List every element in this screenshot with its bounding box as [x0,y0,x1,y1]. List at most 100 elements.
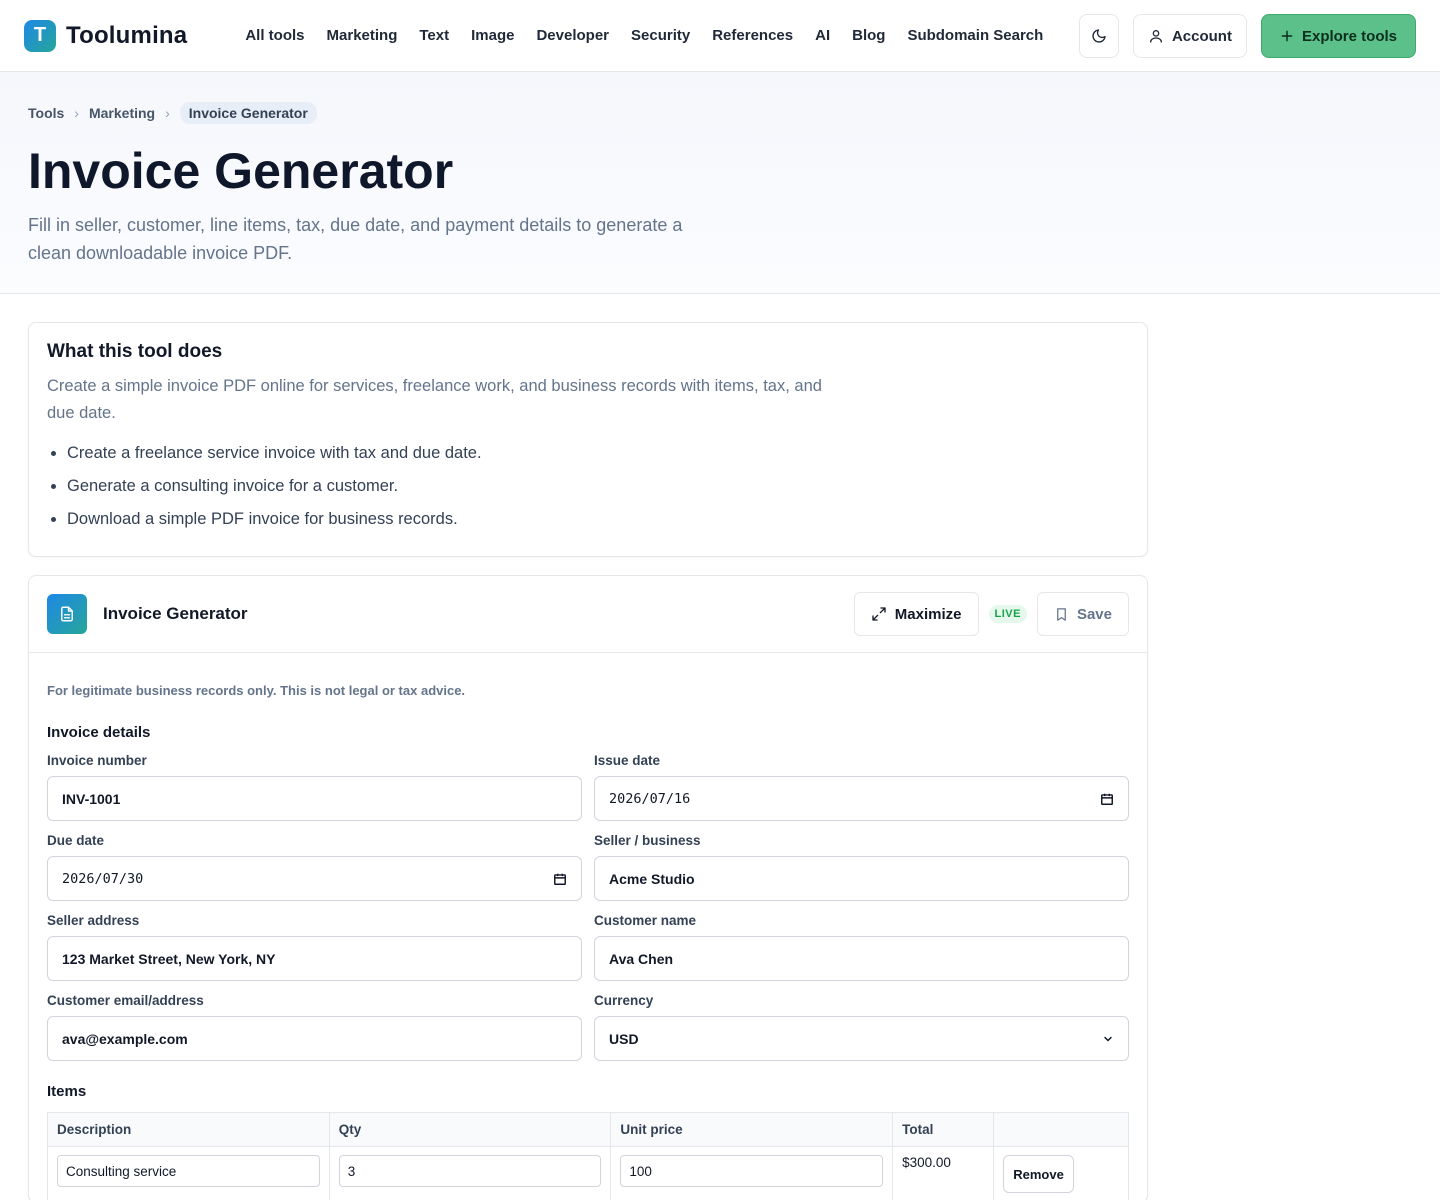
items-header-row: Description Qty Unit price Total [47,1112,1129,1147]
customer-email-input[interactable]: ava@example.com [47,1016,582,1061]
nav-security[interactable]: Security [631,27,690,44]
hero: Tools › Marketing › Invoice Generator In… [0,72,1440,294]
theme-toggle-button[interactable] [1078,14,1119,58]
item-qty-input[interactable]: 3 [338,1155,602,1187]
seller-address-label: Seller address [47,913,140,928]
currency-field-group: Currency USD [594,993,1129,1061]
table-row: Consulting service 3 100 $300.00 Remove [47,1146,1129,1200]
calendar-icon[interactable] [1100,792,1114,806]
due-date-input[interactable]: 2026/07/30 [47,856,582,901]
seller-field-group: Seller / business Acme Studio [594,833,1129,901]
invoice-details-form: Invoice number INV-1001 Issue date 2026/… [47,753,1129,1073]
about-heading: What this tool does [47,341,223,362]
nav-references[interactable]: References [712,27,793,44]
nav-ai[interactable]: AI [815,27,830,44]
brand-logo: T [24,19,56,52]
invoice-number-field-group: Invoice number INV-1001 [47,753,582,821]
seller-address-input[interactable]: 123 Market Street, New York, NY [47,936,582,981]
customer-name-input[interactable]: Ava Chen [594,936,1129,981]
main-content: What this tool does Create a simple invo… [0,294,1176,1200]
about-description: Create a simple invoice PDF online for s… [47,377,822,422]
invoice-number-value: INV-1001 [62,790,121,807]
page-title: Invoice Generator [28,143,454,199]
due-date-field-group: Due date 2026/07/30 [47,833,582,901]
about-bullet: Create a freelance service invoice with … [67,437,1129,470]
maximize-button[interactable]: Maximize [853,592,979,636]
breadcrumb-marketing[interactable]: Marketing [89,105,155,121]
issue-date-input[interactable]: 2026/07/16 [594,776,1129,821]
customer-email-field-group: Customer email/address ava@example.com [47,993,582,1061]
chevron-right-icon: › [74,105,79,121]
breadcrumb-current: Invoice Generator [179,102,317,124]
brand[interactable]: T Toolumina [24,19,188,52]
bookmark-icon [1057,607,1066,621]
tool-actions: Maximize LIVE Save [853,592,1129,636]
brand-name: Toolumina [66,21,188,49]
col-actions [993,1112,1129,1147]
col-description: Description [47,1112,330,1147]
items-heading: Items [47,1083,87,1100]
save-button[interactable]: Save [1036,592,1129,636]
expand-icon [872,607,886,621]
nav-developer[interactable]: Developer [536,27,609,44]
nav-text[interactable]: Text [419,27,449,44]
top-navbar: T Toolumina All tools Marketing Text Ima… [0,0,1440,72]
currency-value: USD [609,1030,639,1047]
nav-blog[interactable]: Blog [852,27,885,44]
plus-icon [1281,30,1293,42]
item-total: $300.00 [902,1155,951,1170]
item-unit-price-input[interactable]: 100 [620,1155,884,1187]
seller-input[interactable]: Acme Studio [594,856,1129,901]
about-bullet: Generate a consulting invoice for a cust… [67,470,1129,503]
chevron-right-icon: › [165,105,170,121]
about-list: Create a freelance service invoice with … [47,437,1129,536]
seller-address-field-group: Seller address 123 Market Street, New Yo… [47,913,582,981]
issue-date-value: 2026/07/16 [609,790,691,807]
due-date-value: 2026/07/30 [62,870,144,887]
customer-email-value: ava@example.com [62,1030,188,1047]
item-description-input[interactable]: Consulting service [57,1155,320,1187]
seller-address-value: 123 Market Street, New York, NY [62,950,276,967]
customer-email-label: Customer email/address [47,993,204,1008]
about-card: What this tool does Create a simple invo… [28,322,1148,557]
live-badge: LIVE [988,605,1027,623]
page-subtitle: Fill in seller, customer, line items, ta… [28,215,683,263]
customer-name-field-group: Customer name Ava Chen [594,913,1129,981]
tool-body: For legitimate business records only. Th… [29,653,1147,1200]
nav-all-tools[interactable]: All tools [245,27,304,44]
col-unit-price: Unit price [610,1112,894,1147]
remove-item-button[interactable]: Remove [1003,1155,1075,1193]
currency-label: Currency [594,993,654,1008]
invoice-details-heading: Invoice details [47,724,151,741]
nav-image[interactable]: Image [471,27,514,44]
main-nav: All tools Marketing Text Image Developer… [245,27,1043,44]
items-table: Description Qty Unit price Total Consult… [47,1112,1129,1200]
tool-header: Invoice Generator Maximize LIVE Save [29,576,1147,653]
invoice-number-input[interactable]: INV-1001 [47,776,582,821]
seller-value: Acme Studio [609,870,695,887]
document-icon [47,594,87,634]
issue-date-label: Issue date [594,753,661,768]
calendar-icon[interactable] [553,872,567,886]
nav-marketing[interactable]: Marketing [327,27,398,44]
disclaimer: For legitimate business records only. Th… [47,683,466,698]
maximize-label: Maximize [894,605,962,623]
user-icon [1149,30,1162,43]
customer-name-value: Ava Chen [609,950,674,967]
col-qty: Qty [328,1112,612,1147]
about-bullet: Download a simple PDF invoice for busine… [67,503,1129,536]
explore-tools-button[interactable]: Explore tools [1260,14,1416,58]
due-date-label: Due date [47,833,105,848]
explore-label: Explore tools [1301,27,1397,45]
breadcrumb-tools[interactable]: Tools [28,105,64,121]
invoice-number-label: Invoice number [47,753,147,768]
nav-subdomain-search[interactable]: Subdomain Search [907,27,1043,44]
currency-select[interactable]: USD [594,1016,1129,1061]
account-button[interactable]: Account [1132,14,1247,58]
customer-name-label: Customer name [594,913,697,928]
col-total: Total [892,1112,995,1147]
tool-card: Invoice Generator Maximize LIVE Save For… [28,575,1148,1200]
account-label: Account [1171,27,1232,45]
moon-icon [1092,29,1106,43]
tool-name: Invoice Generator [103,604,248,623]
